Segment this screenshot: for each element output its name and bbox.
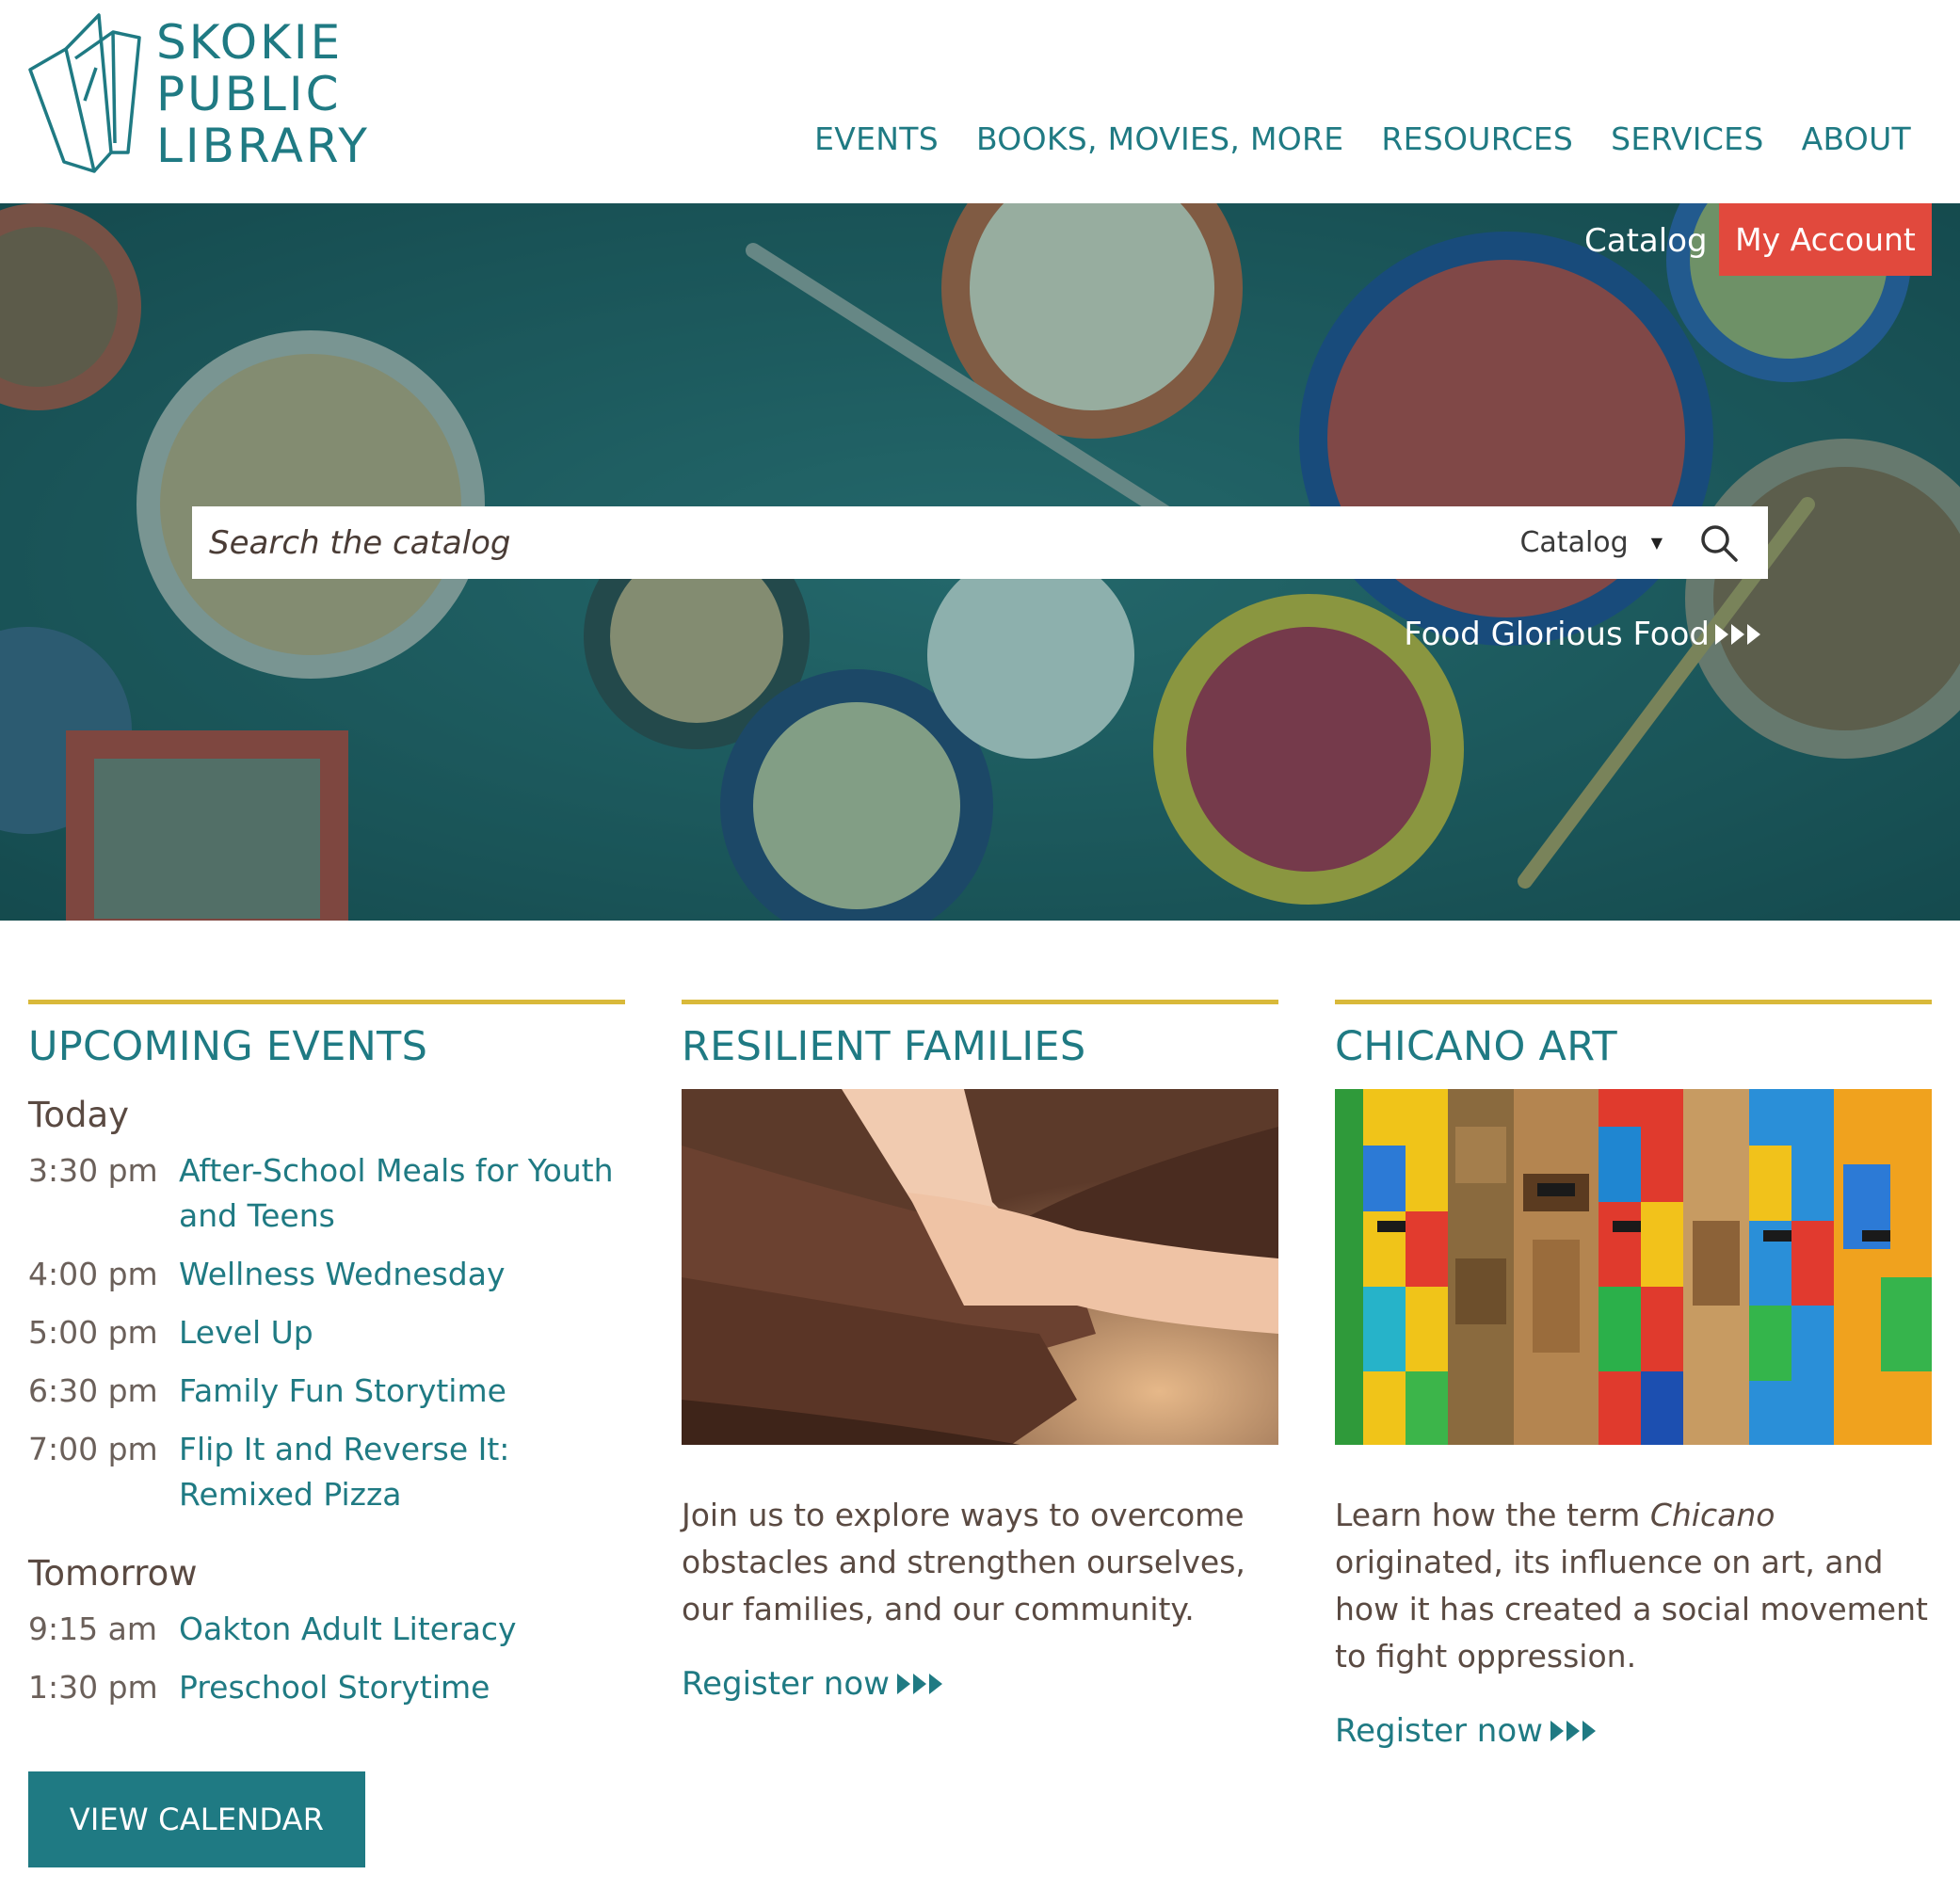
catalog-search-bar: Catalog ▼ xyxy=(192,506,1768,579)
event-item: 6:30 pm Family Fun Storytime xyxy=(28,1369,625,1414)
today-event-list: 3:30 pm After-School Meals for Youth and… xyxy=(28,1148,625,1517)
my-account-button[interactable]: My Account xyxy=(1719,203,1932,276)
register-now-link[interactable]: Register now xyxy=(1335,1712,1596,1750)
tomorrow-event-list: 9:15 am Oakton Adult Literacy 1:30 pm Pr… xyxy=(28,1607,625,1710)
stacked-hands-photo[interactable] xyxy=(682,1089,1278,1445)
desc-part-1: Learn how the term xyxy=(1335,1497,1650,1533)
section-rule xyxy=(682,1000,1278,1004)
search-icon xyxy=(1701,524,1738,562)
event-link[interactable]: Preschool Storytime xyxy=(179,1665,490,1710)
feature-description: Join us to explore ways to overcome obst… xyxy=(682,1497,1245,1627)
feature-heading: RESILIENT FAMILIES xyxy=(682,1023,1086,1070)
event-item: 7:00 pm Flip It and Reverse It: Remixed … xyxy=(28,1427,625,1517)
register-link-label: Register now xyxy=(682,1665,890,1703)
event-time: 9:15 am xyxy=(28,1611,157,1647)
promo-link-label: Food Glorious Food xyxy=(1404,616,1710,653)
nav-events[interactable]: EVENTS xyxy=(814,120,939,157)
library-books-logo-icon xyxy=(28,13,141,173)
event-link[interactable]: Flip It and Reverse It: Remixed Pizza xyxy=(179,1427,625,1517)
caret-down-icon: ▼ xyxy=(1650,534,1663,552)
desc-part-2: originated, its influence on art, and ho… xyxy=(1335,1544,1928,1675)
event-link[interactable]: Wellness Wednesday xyxy=(179,1252,505,1297)
view-calendar-button[interactable]: VIEW CALENDAR xyxy=(28,1771,365,1867)
catalog-link[interactable]: Catalog xyxy=(1584,222,1708,260)
event-time: 3:30 pm xyxy=(28,1152,158,1189)
event-item: 1:30 pm Preschool Storytime xyxy=(28,1665,625,1710)
resilient-families-section: RESILIENT FAMILIES Join us to explore wa… xyxy=(682,1000,1278,1703)
feature-heading: CHICANO ART xyxy=(1335,1023,1617,1070)
search-scope-label: Catalog xyxy=(1519,526,1629,559)
event-link[interactable]: Oakton Adult Literacy xyxy=(179,1607,517,1652)
event-item: 9:15 am Oakton Adult Literacy xyxy=(28,1607,625,1652)
mosaic-masks-photo[interactable] xyxy=(1335,1089,1932,1445)
day-heading-tomorrow: Tomorrow xyxy=(28,1553,198,1594)
chicano-art-section: CHICANO ART Learn how the term Chicano o… xyxy=(1335,1000,1932,1750)
triple-arrow-icon xyxy=(1550,1721,1596,1741)
nav-books-movies-more[interactable]: BOOKS, MOVIES, MORE xyxy=(976,120,1343,157)
promo-food-glorious-food-link[interactable]: Food Glorious Food xyxy=(1404,616,1760,653)
upcoming-events-section: UPCOMING EVENTS Today 3:30 pm After-Scho… xyxy=(28,1000,625,1723)
search-input[interactable] xyxy=(192,506,1520,579)
logo-line-1: SKOKIE xyxy=(156,15,344,70)
event-link[interactable]: Family Fun Storytime xyxy=(179,1369,506,1414)
event-link[interactable]: After-School Meals for Youth and Teens xyxy=(179,1148,625,1239)
logo-line-2: PUBLIC xyxy=(156,67,342,121)
main-nav: EVENTS BOOKS, MOVIES, MORE RESOURCES SER… xyxy=(814,120,1911,157)
logo-line-3: LIBRARY xyxy=(156,119,370,173)
event-time: 6:30 pm xyxy=(28,1372,158,1409)
events-heading: UPCOMING EVENTS xyxy=(28,1023,428,1070)
search-button[interactable] xyxy=(1691,515,1747,571)
nav-resources[interactable]: RESOURCES xyxy=(1381,120,1573,157)
event-time: 7:00 pm xyxy=(28,1431,158,1467)
nav-services[interactable]: SERVICES xyxy=(1611,120,1763,157)
event-time: 1:30 pm xyxy=(28,1669,158,1706)
triple-arrow-icon xyxy=(1715,624,1760,645)
logo-wordmark: SKOKIE PUBLIC LIBRARY xyxy=(156,17,370,172)
desc-emphasis: Chicano xyxy=(1649,1497,1775,1533)
search-scope-select[interactable]: Catalog ▼ xyxy=(1519,526,1663,559)
event-item: 4:00 pm Wellness Wednesday xyxy=(28,1252,625,1297)
register-link-label: Register now xyxy=(1335,1712,1543,1750)
section-rule xyxy=(28,1000,625,1004)
event-time: 4:00 pm xyxy=(28,1256,158,1292)
register-now-link[interactable]: Register now xyxy=(682,1665,942,1703)
site-header: SKOKIE PUBLIC LIBRARY EVENTS BOOKS, MOVI… xyxy=(0,0,1960,203)
section-rule xyxy=(1335,1000,1932,1004)
triple-arrow-icon xyxy=(896,1674,942,1694)
event-time: 5:00 pm xyxy=(28,1314,158,1351)
site-logo[interactable]: SKOKIE PUBLIC LIBRARY xyxy=(28,11,386,176)
feature-description: Learn how the term Chicano originated, i… xyxy=(1335,1492,1932,1680)
nav-about[interactable]: ABOUT xyxy=(1802,120,1911,157)
event-link[interactable]: Level Up xyxy=(179,1310,313,1355)
event-item: 5:00 pm Level Up xyxy=(28,1310,625,1355)
event-item: 3:30 pm After-School Meals for Youth and… xyxy=(28,1148,625,1239)
day-heading-today: Today xyxy=(28,1095,130,1135)
hero-banner: Catalog My Account Catalog ▼ Food Glorio… xyxy=(0,203,1960,921)
